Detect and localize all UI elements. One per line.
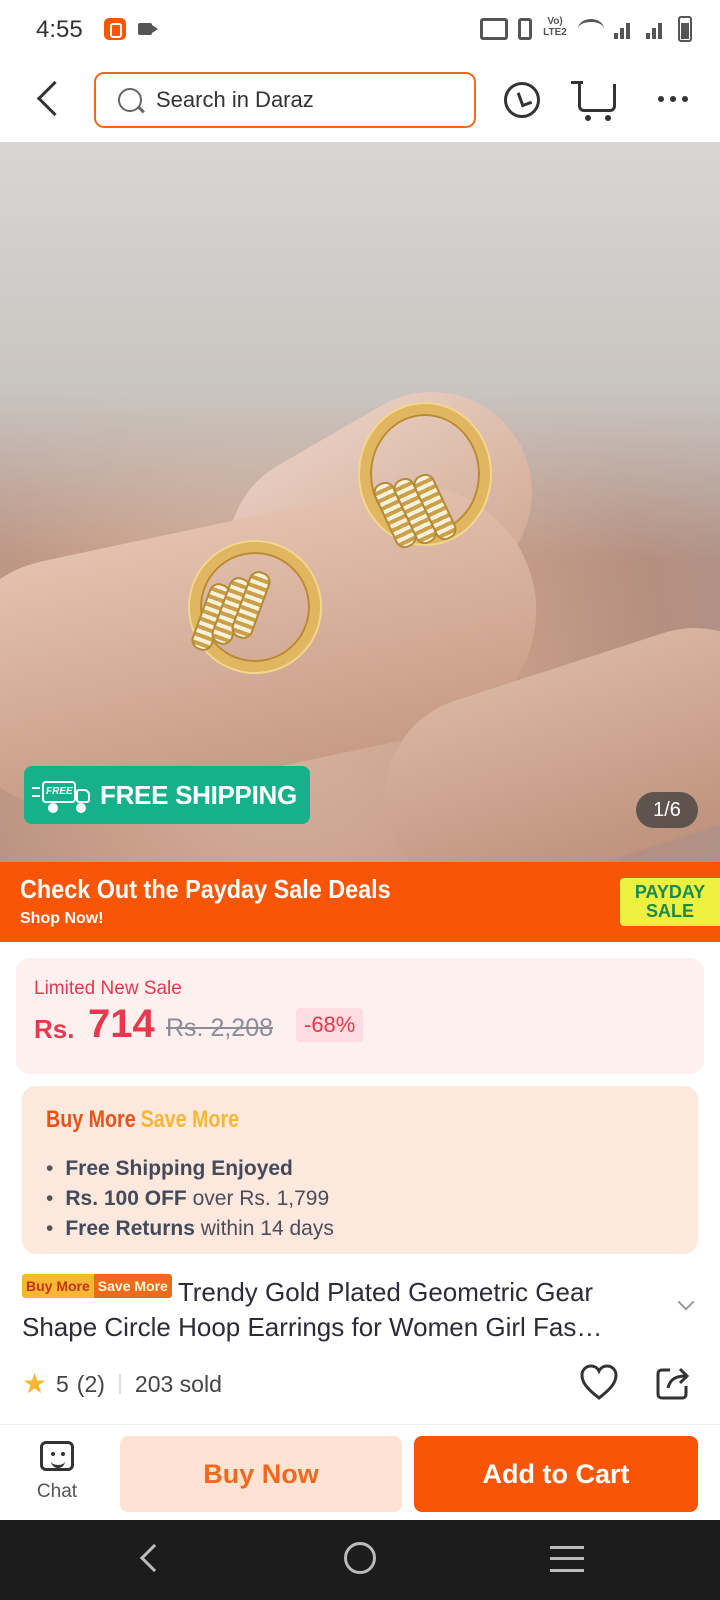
- product-image-carousel[interactable]: FREE FREE SHIPPING 1/6: [0, 142, 720, 862]
- history-icon[interactable]: [504, 82, 540, 118]
- sale-label: Limited New Sale: [34, 978, 182, 999]
- daraz-notification-icon: [104, 18, 126, 40]
- chevron-down-icon[interactable]: [677, 1293, 695, 1311]
- free-shipping-badge: FREE FREE SHIPPING: [24, 766, 310, 824]
- wifi-icon: [578, 19, 604, 39]
- system-back-icon[interactable]: [139, 1543, 169, 1573]
- add-to-cart-button[interactable]: Add to Cart: [414, 1436, 698, 1512]
- list-item: Free Returns within 14 days: [46, 1214, 333, 1244]
- buy-more-save-more-card[interactable]: Buy MoreSave More Free Shipping Enjoyed …: [22, 1086, 698, 1254]
- bottom-action-bar: Chat Buy Now Add to Cart: [0, 1424, 720, 1520]
- current-price: 714: [88, 1002, 155, 1046]
- truck-badge-text: FREE: [46, 786, 73, 797]
- chat-icon: [40, 1441, 74, 1471]
- divider: [118, 1374, 121, 1394]
- payday-sale-badge: PAYDAY SALE: [620, 878, 720, 926]
- cast-icon: [480, 18, 508, 40]
- cart-icon[interactable]: [571, 81, 616, 121]
- battery-icon: [678, 16, 692, 42]
- buy-more-save-more-tag: Buy More Save More: [22, 1274, 172, 1298]
- search-input[interactable]: Search in Daraz: [94, 72, 476, 128]
- buy-more-title: Buy More Save More: [46, 1106, 240, 1133]
- buy-now-button[interactable]: Buy Now: [120, 1436, 402, 1512]
- status-icons: Vo) LTE2: [480, 16, 692, 42]
- status-bar: 4:55 Vo) LTE2: [0, 0, 720, 62]
- payday-sale-banner[interactable]: Check Out the Payday Sale Deals Shop Now…: [0, 862, 720, 942]
- image-counter: 1/6: [636, 792, 698, 828]
- price-currency: Rs.: [34, 1014, 75, 1044]
- top-nav: Search in Daraz: [0, 62, 720, 142]
- video-camera-icon: [138, 23, 158, 35]
- chat-button[interactable]: Chat: [24, 1435, 90, 1511]
- search-icon: [118, 88, 142, 112]
- more-options-icon[interactable]: [658, 96, 688, 102]
- product-title[interactable]: Buy More Save More Trendy Gold Plated Geom…: [22, 1274, 672, 1345]
- banner-subtitle: Shop Now!: [20, 910, 104, 927]
- vibrate-icon: [518, 18, 532, 40]
- system-home-icon[interactable]: [344, 1542, 376, 1574]
- signal-icon: [614, 19, 636, 39]
- system-menu-icon[interactable]: [550, 1546, 584, 1572]
- original-price: Rs. 2,208: [166, 1014, 274, 1042]
- truck-icon: FREE: [32, 777, 92, 813]
- heart-icon[interactable]: [578, 1362, 620, 1404]
- volte-icon: Vo) LTE2: [543, 16, 567, 38]
- banner-title: Check Out the Payday Sale Deals: [20, 874, 391, 904]
- list-item: Rs. 100 OFF over Rs. 1,799: [46, 1184, 334, 1214]
- status-time: 4:55: [36, 16, 83, 43]
- back-button[interactable]: [30, 78, 70, 122]
- benefit-list: Free Shipping Enjoyed Rs. 100 OFF over R…: [46, 1154, 334, 1244]
- signal-icon-2: [646, 19, 668, 39]
- chat-label: Chat: [36, 1481, 78, 1502]
- price-card: Limited New Sale Rs. 714 Rs. 2,208 -68%: [16, 958, 704, 1074]
- list-item: Free Shipping Enjoyed: [46, 1154, 334, 1184]
- system-nav-bar: [0, 1520, 720, 1600]
- sold-count: 203 sold: [134, 1370, 222, 1397]
- rating-value: 5: [56, 1370, 69, 1397]
- share-icon[interactable]: [654, 1364, 692, 1402]
- discount-badge: -68%: [296, 1008, 364, 1042]
- star-icon: ★: [22, 1368, 48, 1399]
- review-count: (2): [76, 1370, 105, 1397]
- free-shipping-label: FREE SHIPPING: [100, 779, 297, 810]
- rating-row[interactable]: ★ 5 (2) 203 sold: [22, 1364, 222, 1404]
- search-placeholder: Search in Daraz: [156, 87, 314, 112]
